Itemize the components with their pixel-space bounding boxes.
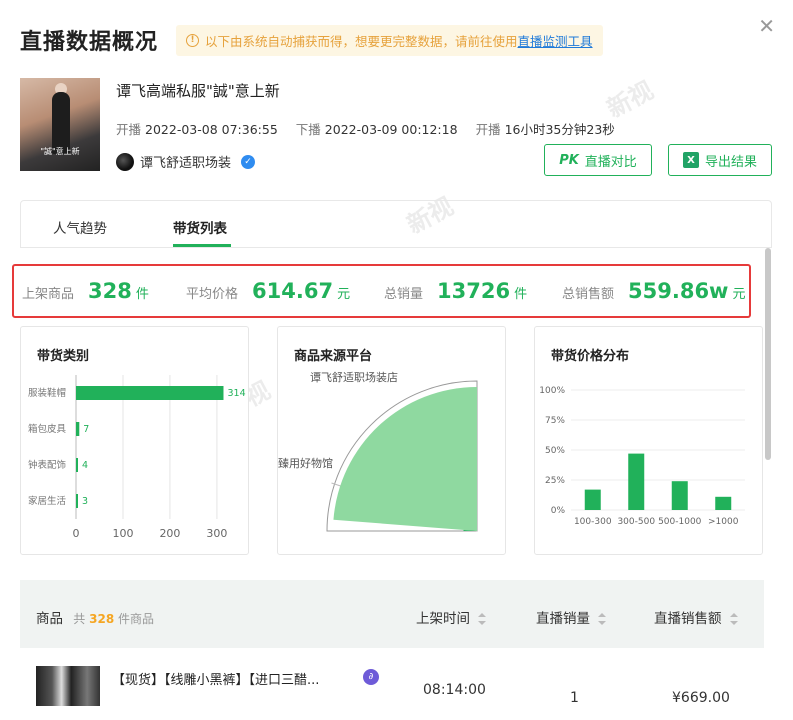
live-cover-image[interactable]: "誠"意上新: [20, 78, 100, 171]
cover-caption: "誠"意上新: [40, 147, 80, 156]
notice-text: 以下由系统自动捕获而得，想要更完整数据，请前往使用直播监测工具: [205, 33, 593, 49]
x-tick-label: 300: [206, 527, 227, 540]
pie-slice: [333, 387, 477, 531]
close-icon[interactable]: ✕: [758, 14, 775, 38]
author[interactable]: 谭飞舒适职场装 ✓: [116, 152, 256, 171]
tab-popularity-trend[interactable]: 人气趋势: [53, 217, 107, 237]
category-chart: 0 100 200 300 服装鞋帽 314 箱包皮具 7 钟表配饰 4 家居生活 3: [28, 375, 246, 540]
sort-icon[interactable]: [729, 613, 738, 625]
price-bar: [628, 453, 645, 510]
end-time: 下播 2022-03-09 00:12:18: [295, 122, 458, 137]
price-chart: 0% 25% 50% 75% 100% 100-300 300-500 500-1000 >10…: [539, 386, 745, 527]
start-time: 开播 2022-03-08 07:36:55: [116, 122, 278, 137]
category-label: 服装鞋帽: [28, 387, 66, 399]
x-tick-label: 0: [73, 527, 80, 540]
bar-value-label: 314: [227, 388, 245, 399]
product-thumbnail[interactable]: [36, 666, 100, 706]
bar-value-label: 3: [82, 496, 88, 507]
category-label: 钟表配饰: [28, 459, 66, 471]
x-tick-label: 300-500: [617, 517, 655, 527]
product-count: 共 328 件商品: [73, 612, 155, 626]
table-row[interactable]: 【现货】【线雕小黑裤】【进口三醋... ∂ 08:14:00 1 ¥669.00: [20, 660, 764, 720]
col-list-time[interactable]: 上架时间: [416, 607, 486, 627]
category-bar: [76, 494, 78, 508]
sort-icon[interactable]: [478, 613, 486, 625]
category-label: 家居生活: [28, 495, 67, 507]
y-tick-label: 25%: [545, 476, 565, 486]
y-tick-label: 75%: [545, 416, 565, 426]
live-meta: 开播 2022-03-08 07:36:55 下播 2022-03-09 00:12…: [116, 119, 615, 138]
live-sales: 1: [570, 690, 579, 706]
category-panel: 带货类别 0 100 200 300 服装鞋帽 314 箱包皮具 7 钟表配饰 4 家居生活 3: [20, 326, 249, 555]
notice-banner: ! 以下由系统自动捕获而得，想要更完整数据，请前往使用直播监测工具: [176, 24, 603, 56]
x-tick-label: 500-1000: [658, 517, 702, 527]
avatar: [116, 152, 134, 171]
summary-stats: 上架商品 328 件 平均价格 614.67 元 总销量 13726 件 总销售额 559.8…: [12, 264, 751, 318]
y-tick-label: 100%: [539, 386, 565, 396]
info-icon: !: [186, 33, 200, 47]
col-live-revenue[interactable]: 直播销售额: [654, 607, 738, 627]
category-bar: [76, 386, 224, 400]
bar-value-label: 4: [82, 460, 88, 471]
stat-products: 上架商品 328 件: [22, 279, 149, 303]
table-header: 商品 共 328 件商品 上架时间 直播销量 直播销售额: [20, 580, 764, 648]
platform-chart: 谭飞舒适职场装店臻用好物馆: [278, 370, 478, 532]
product-title[interactable]: 【现货】【线雕小黑裤】【进口三醋...: [112, 669, 319, 688]
monitor-tool-link[interactable]: 直播监测工具: [518, 34, 593, 49]
category-label: 箱包皮具: [28, 423, 67, 435]
bar-value-label: 7: [83, 424, 89, 435]
compare-button[interactable]: PK 直播对比: [544, 144, 652, 176]
author-name: 谭飞舒适职场装: [140, 156, 232, 171]
live-info: "誠"意上新 谭飞高端私服"誠"意上新 开播 2022-03-08 07:36:5…: [20, 78, 780, 176]
export-button[interactable]: X 导出结果: [668, 144, 772, 176]
link-icon[interactable]: ∂: [363, 669, 379, 685]
col-product: 商品 共 328 件商品: [36, 611, 155, 627]
list-time: 08:14:00: [423, 682, 486, 698]
price-bar: [584, 489, 601, 510]
live-title: 谭飞高端私服"誠"意上新: [116, 82, 280, 100]
price-bar: [671, 481, 688, 510]
y-tick-label: 0%: [551, 506, 566, 516]
pie-label: 谭飞舒适职场装店: [310, 370, 398, 384]
tab-bar: 人气趋势 带货列表: [20, 200, 772, 248]
tab-goods-list[interactable]: 带货列表: [173, 217, 227, 237]
category-bar: [76, 422, 80, 436]
pk-icon: PK: [559, 152, 579, 168]
stat-total-sales: 总销量 13726 件: [384, 279, 528, 303]
scrollbar[interactable]: [765, 248, 771, 460]
sort-icon[interactable]: [598, 613, 606, 625]
active-tab-indicator: [173, 244, 231, 247]
stat-total-revenue: 总销售额 559.86w 元: [562, 279, 746, 303]
pie-label: 臻用好物馆: [278, 456, 333, 470]
verified-icon: ✓: [241, 154, 256, 169]
live-revenue: ¥669.00: [672, 690, 730, 706]
export-label: 导出结果: [704, 154, 757, 170]
excel-icon: X: [682, 152, 699, 168]
x-tick-label: >1000: [708, 517, 739, 527]
x-tick-label: 200: [159, 527, 180, 540]
compare-label: 直播对比: [584, 154, 637, 170]
x-tick-label: 100-300: [574, 517, 612, 527]
page-title: 直播数据概况: [20, 30, 159, 55]
duration: 开播 16小时35分钟23秒: [475, 122, 615, 137]
dialog-header: 直播数据概况 ! 以下由系统自动捕获而得，想要更完整数据，请前往使用直播监测工具: [20, 20, 603, 60]
y-tick-label: 50%: [545, 446, 565, 456]
col-live-sales[interactable]: 直播销量: [536, 607, 606, 627]
x-tick-label: 100: [112, 527, 133, 540]
price-panel: 带货价格分布 0% 25% 50% 75% 100% 100-300 300-500 500-…: [534, 326, 763, 555]
platform-panel: 商品来源平台 谭飞舒适职场装店 臻用好物馆: [277, 326, 506, 555]
category-bar: [76, 458, 78, 472]
stat-avg-price: 平均价格 614.67 元: [186, 279, 351, 303]
price-bar: [715, 496, 732, 510]
